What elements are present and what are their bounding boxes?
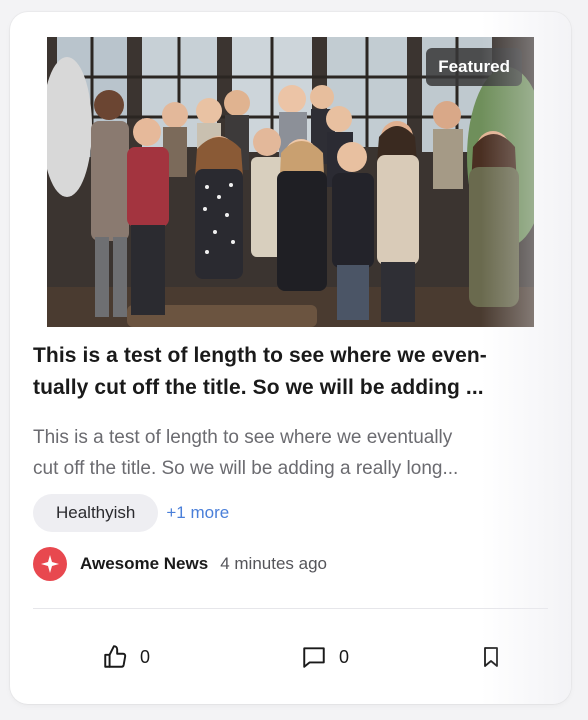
- bookmark-icon: [484, 647, 498, 667]
- bookmark-button[interactable]: [480, 640, 502, 674]
- article-title[interactable]: This is a test of length to see where we…: [33, 340, 553, 404]
- tag-chip-healthyish[interactable]: Healthyish: [33, 494, 159, 532]
- source-avatar[interactable]: [33, 547, 67, 581]
- thumbs-up-icon: [104, 645, 127, 668]
- like-button[interactable]: 0: [102, 640, 150, 674]
- more-tags-link[interactable]: +1 more: [166, 503, 229, 523]
- tag-list: Healthyish +1 more: [33, 494, 229, 532]
- comment-count: 0: [339, 646, 350, 667]
- like-count: 0: [140, 646, 151, 667]
- timestamp: 4 minutes ago: [220, 554, 327, 573]
- source-name[interactable]: Awesome News: [80, 554, 208, 574]
- article-title-line: tually cut off the title. So we will be …: [33, 376, 484, 399]
- article-summary-line: cut off the title. So we will be adding …: [33, 458, 459, 479]
- article-summary-line: This is a test of length to see where we…: [33, 427, 453, 448]
- divider: [33, 608, 548, 609]
- article-summary: This is a test of length to see where we…: [33, 422, 553, 484]
- action-bar: 0 0: [33, 640, 548, 674]
- news-card[interactable]: Featured This is a test of length to see…: [10, 12, 571, 704]
- comment-icon: [303, 647, 325, 668]
- sparkle-icon: [41, 555, 59, 573]
- article-title-line: This is a test of length to see where we…: [33, 344, 487, 367]
- article-image[interactable]: Featured: [47, 37, 534, 327]
- source-row: Awesome News 4 minutes ago: [33, 547, 327, 581]
- featured-badge: Featured: [426, 48, 522, 86]
- comment-button[interactable]: 0: [301, 640, 349, 674]
